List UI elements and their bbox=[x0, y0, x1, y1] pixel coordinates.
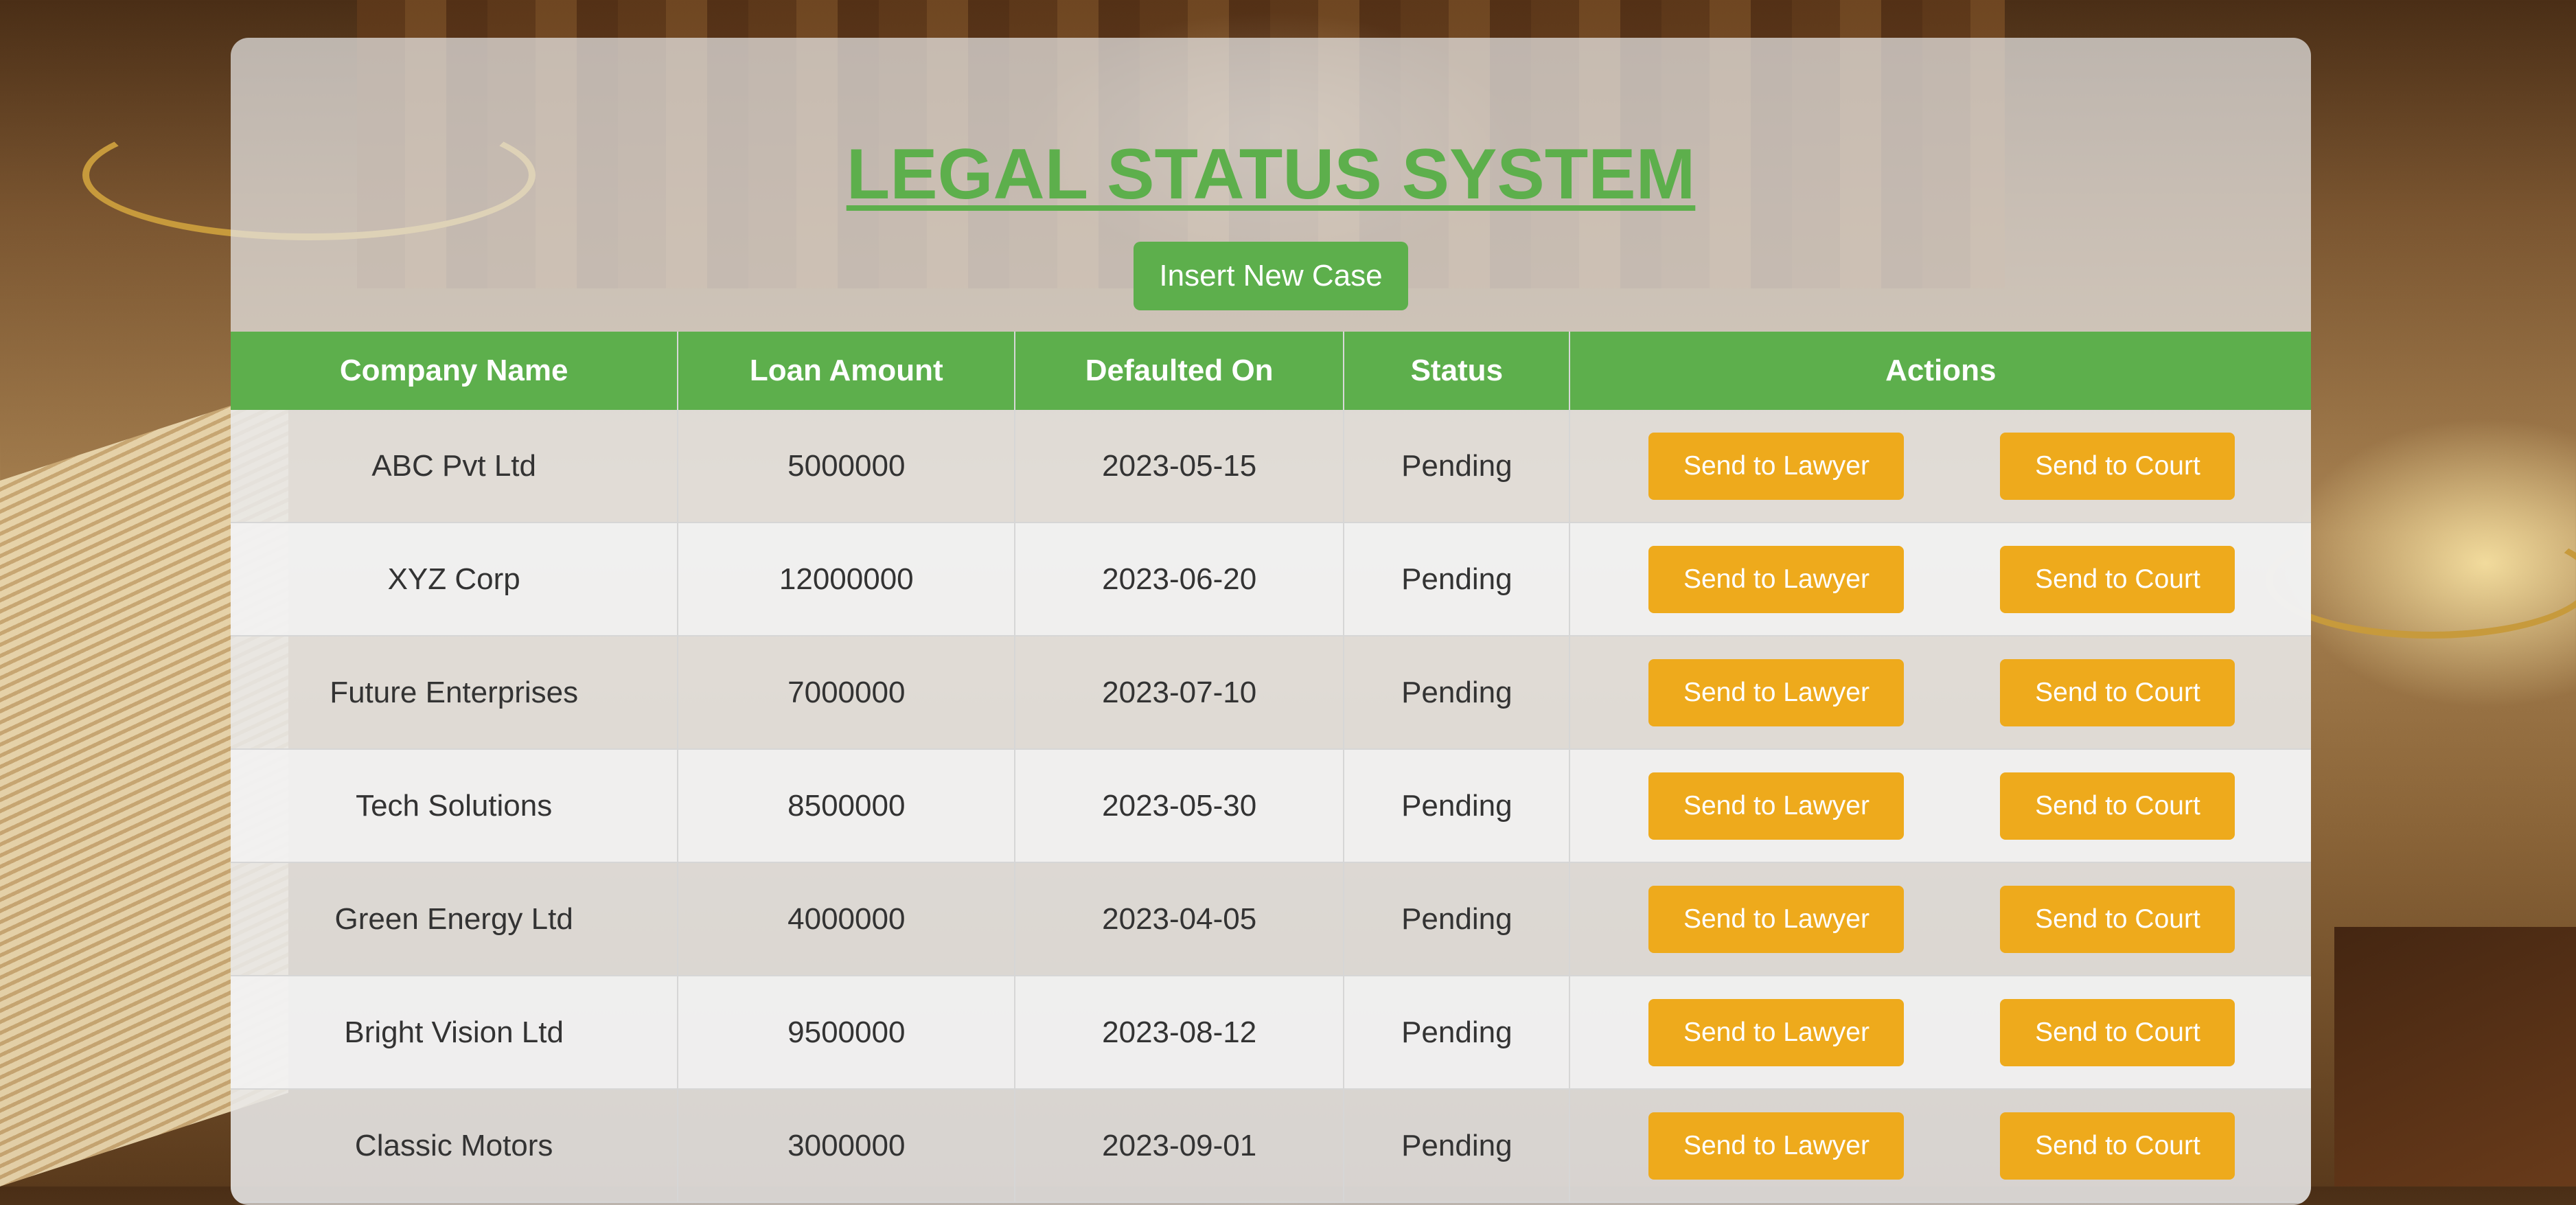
table-row: Future Enterprises 7000000 2023-07-10 Pe… bbox=[231, 636, 2311, 750]
column-header-company[interactable]: Company Name bbox=[231, 332, 679, 410]
column-header-loan-amount[interactable]: Loan Amount bbox=[678, 332, 1016, 410]
defaulted-on-cell: 2023-09-01 bbox=[1015, 1089, 1345, 1203]
loan-amount-cell: 4000000 bbox=[678, 862, 1016, 976]
column-header-status[interactable]: Status bbox=[1344, 332, 1571, 410]
status-cell: Pending bbox=[1344, 1089, 1571, 1203]
company-name-cell: Classic Motors bbox=[231, 1089, 679, 1203]
loan-amount-cell: 3000000 bbox=[678, 1089, 1016, 1203]
status-cell: Pending bbox=[1344, 862, 1571, 976]
column-header-defaulted-on[interactable]: Defaulted On bbox=[1015, 332, 1345, 410]
actions-cell: Send to Lawyer Send to Court bbox=[1569, 1089, 2311, 1203]
defaulted-on-cell: 2023-05-15 bbox=[1015, 410, 1345, 523]
defaulted-on-cell: 2023-06-20 bbox=[1015, 523, 1345, 636]
defaulted-on-cell: 2023-05-30 bbox=[1015, 749, 1345, 863]
background-scale-right bbox=[2266, 522, 2576, 639]
company-name-cell: Bright Vision Ltd bbox=[231, 976, 679, 1090]
company-name-cell: Future Enterprises bbox=[231, 636, 679, 750]
send-to-court-button[interactable]: Send to Court bbox=[2000, 999, 2235, 1066]
company-name-cell: Tech Solutions bbox=[231, 749, 679, 863]
defaulted-on-cell: 2023-07-10 bbox=[1015, 636, 1345, 750]
send-to-court-button[interactable]: Send to Court bbox=[2000, 546, 2235, 613]
send-to-court-button[interactable]: Send to Court bbox=[2000, 772, 2235, 840]
actions-cell: Send to Lawyer Send to Court bbox=[1569, 410, 2311, 523]
insert-new-case-button[interactable]: Insert New Case bbox=[1134, 242, 1408, 310]
status-cell: Pending bbox=[1344, 523, 1571, 636]
status-cell: Pending bbox=[1344, 410, 1571, 523]
table-row: ABC Pvt Ltd 5000000 2023-05-15 Pending S… bbox=[231, 410, 2311, 523]
send-to-lawyer-button[interactable]: Send to Lawyer bbox=[1648, 886, 1905, 953]
actions-cell: Send to Lawyer Send to Court bbox=[1569, 862, 2311, 976]
send-to-lawyer-button[interactable]: Send to Lawyer bbox=[1648, 546, 1905, 613]
background-gavel-block bbox=[2334, 927, 2576, 1186]
status-cell: Pending bbox=[1344, 636, 1571, 750]
loan-amount-cell: 9500000 bbox=[678, 976, 1016, 1090]
actions-cell: Send to Lawyer Send to Court bbox=[1569, 976, 2311, 1090]
actions-cell: Send to Lawyer Send to Court bbox=[1569, 749, 2311, 863]
defaulted-on-cell: 2023-08-12 bbox=[1015, 976, 1345, 1090]
cases-table: Company Name Loan Amount Defaulted On St… bbox=[231, 332, 2311, 1203]
send-to-court-button[interactable]: Send to Court bbox=[2000, 1112, 2235, 1180]
column-header-actions: Actions bbox=[1569, 332, 2311, 410]
table-header-row: Company Name Loan Amount Defaulted On St… bbox=[231, 332, 2311, 410]
send-to-lawyer-button[interactable]: Send to Lawyer bbox=[1648, 433, 1905, 500]
table-row: Green Energy Ltd 4000000 2023-04-05 Pend… bbox=[231, 862, 2311, 976]
loan-amount-cell: 7000000 bbox=[678, 636, 1016, 750]
send-to-court-button[interactable]: Send to Court bbox=[2000, 886, 2235, 953]
actions-cell: Send to Lawyer Send to Court bbox=[1569, 636, 2311, 750]
send-to-court-button[interactable]: Send to Court bbox=[2000, 659, 2235, 726]
send-to-lawyer-button[interactable]: Send to Lawyer bbox=[1648, 659, 1905, 726]
send-to-lawyer-button[interactable]: Send to Lawyer bbox=[1648, 999, 1905, 1066]
actions-cell: Send to Lawyer Send to Court bbox=[1569, 523, 2311, 636]
send-to-court-button[interactable]: Send to Court bbox=[2000, 433, 2235, 500]
company-name-cell: XYZ Corp bbox=[231, 523, 679, 636]
table-row: XYZ Corp 12000000 2023-06-20 Pending Sen… bbox=[231, 523, 2311, 636]
table-row: Bright Vision Ltd 9500000 2023-08-12 Pen… bbox=[231, 976, 2311, 1090]
company-name-cell: ABC Pvt Ltd bbox=[231, 410, 679, 523]
table-row: Classic Motors 3000000 2023-09-01 Pendin… bbox=[231, 1089, 2311, 1203]
loan-amount-cell: 5000000 bbox=[678, 410, 1016, 523]
defaulted-on-cell: 2023-04-05 bbox=[1015, 862, 1345, 976]
status-cell: Pending bbox=[1344, 976, 1571, 1090]
send-to-lawyer-button[interactable]: Send to Lawyer bbox=[1648, 772, 1905, 840]
status-cell: Pending bbox=[1344, 749, 1571, 863]
main-panel: LEGAL STATUS SYSTEM Insert New Case Comp… bbox=[231, 38, 2311, 1205]
page-title: LEGAL STATUS SYSTEM bbox=[846, 135, 1696, 214]
loan-amount-cell: 12000000 bbox=[678, 523, 1016, 636]
table-row: Tech Solutions 8500000 2023-05-30 Pendin… bbox=[231, 749, 2311, 863]
company-name-cell: Green Energy Ltd bbox=[231, 862, 679, 976]
loan-amount-cell: 8500000 bbox=[678, 749, 1016, 863]
send-to-lawyer-button[interactable]: Send to Lawyer bbox=[1648, 1112, 1905, 1180]
